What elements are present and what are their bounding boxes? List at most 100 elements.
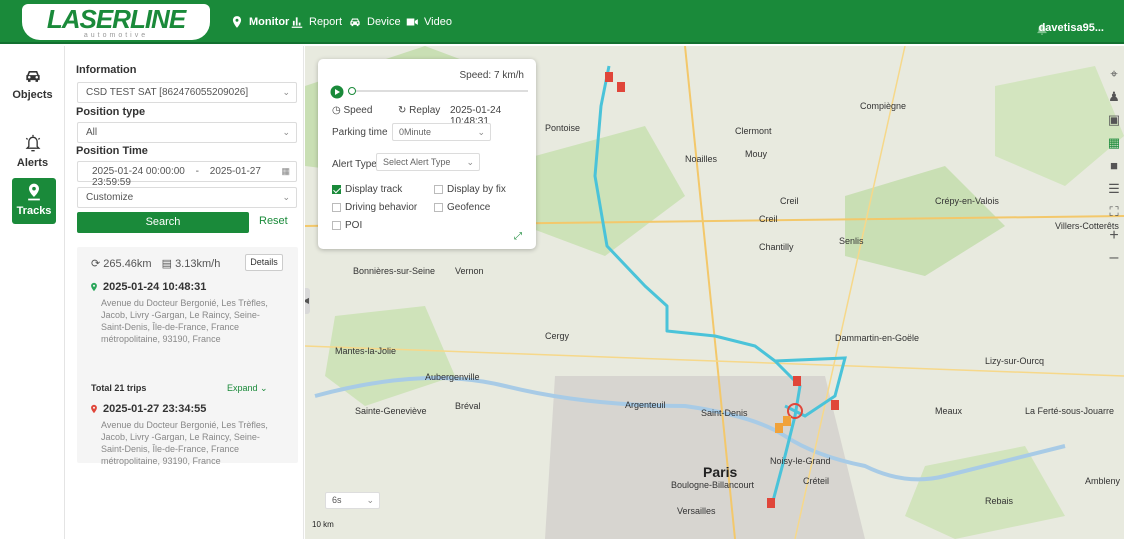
map-place-label: Bonnières-sur-Seine (353, 266, 436, 276)
stop-marker[interactable] (783, 416, 791, 426)
sidebar-item-label: Alerts (16, 157, 49, 169)
map-place-label: Boulogne-Billancourt (671, 480, 755, 490)
poi-checkbox[interactable] (332, 221, 341, 230)
display-by-fix-label: Display by fix (447, 184, 506, 195)
replay-label: Replay (409, 105, 441, 116)
map-place-label: Compiègne (860, 101, 907, 111)
speed-control-label: Speed (343, 105, 373, 116)
trip-summary-card: ⟳ 265.46km ▤ 3.13km/h Details 2025-01-24… (77, 247, 298, 466)
map-place-label: Aubergenville (425, 372, 480, 382)
panel-collapse-handle[interactable]: ◀ (305, 288, 310, 314)
nav-device[interactable]: Device (348, 14, 401, 30)
search-button[interactable]: Search (77, 212, 249, 233)
expand-trips-toggle[interactable]: Expand ⌄ (227, 383, 268, 394)
playback-progress-track[interactable] (348, 87, 528, 95)
poi-label: POI (345, 220, 363, 231)
stop-marker[interactable] (793, 376, 801, 386)
details-button[interactable]: Details (245, 254, 283, 271)
ruler-icon[interactable]: ☰ (1104, 179, 1124, 199)
map-place-label: Noailles (685, 154, 718, 164)
shrink-panel-icon[interactable]: ⤢ (514, 231, 522, 242)
map-scale-bar: 10 km (312, 520, 334, 529)
map-place-label: Creil (780, 196, 799, 206)
speed-gauge-icon: ◷ (332, 105, 341, 116)
trip-end-time: 2025-01-27 23:34:55 (103, 403, 207, 415)
nav-report[interactable]: Report (290, 14, 342, 30)
stop-marker[interactable] (767, 498, 775, 508)
position-type-select[interactable]: All ⌄ (77, 122, 297, 143)
start-pin-icon (91, 282, 97, 292)
zoom-out-button[interactable]: – (1104, 248, 1124, 268)
stop-marker[interactable] (617, 82, 625, 92)
speed-icon: ▤ (161, 258, 172, 270)
map-place-label-paris: Paris (703, 464, 738, 480)
zoom-in-button[interactable]: + (1104, 226, 1124, 246)
speed-control[interactable]: ◷ Speed (332, 105, 372, 116)
range-preset-select[interactable]: Customize ⌄ (77, 187, 297, 208)
nav-video-label: Video (424, 16, 452, 28)
geofence-label: Geofence (447, 202, 491, 213)
nav-monitor[interactable]: Monitor (230, 14, 289, 30)
playback-speed-readout: Speed: 7 km/h (459, 70, 524, 81)
traffic-icon[interactable]: ■ (1104, 156, 1124, 176)
stop-marker[interactable] (605, 72, 613, 82)
position-type-value: All (86, 127, 98, 138)
sidebar-item-objects[interactable]: Objects (0, 66, 65, 101)
map-place-label: Cergy (545, 331, 570, 341)
distance-icon: ⟳ (91, 258, 101, 270)
person-icon[interactable]: ♟ (1104, 87, 1124, 107)
sidebar-item-alerts[interactable]: Alerts (0, 134, 65, 169)
layers-icon[interactable]: ▣ (1104, 110, 1124, 130)
map-place-label: Versailles (677, 506, 716, 516)
device-select[interactable]: CSD TEST SAT [862476055209026] ⌄ (77, 82, 297, 103)
chevron-down-icon: ⌄ (282, 127, 290, 137)
nav-monitor-label: Monitor (249, 16, 290, 28)
car-icon (25, 71, 40, 82)
alert-type-select[interactable]: Select Alert Type ⌄ (376, 153, 480, 171)
play-button-icon[interactable] (330, 85, 344, 99)
parking-time-value: 0Minute (399, 127, 432, 137)
fullscreen-icon[interactable]: ⛶ (1104, 202, 1124, 222)
playback-progress-knob[interactable] (348, 87, 356, 95)
stop-marker[interactable] (831, 400, 839, 410)
chevron-down-icon: ⌄ (282, 192, 290, 202)
geofence-checkbox[interactable] (434, 203, 443, 212)
alert-type-placeholder: Select Alert Type (383, 157, 451, 167)
sidebar-item-label: Objects (12, 89, 53, 101)
chevron-down-icon: ⌄ (260, 383, 268, 393)
map-place-label: Saint-Denis (701, 408, 748, 418)
trip-average-speed: 3.13km/h (175, 258, 221, 270)
brand-logo-mark: LASERLINE (46, 4, 186, 34)
map-place-label: Créteil (803, 476, 830, 486)
nav-device-label: Device (367, 16, 401, 28)
map-place-label: La Ferté-sous-Jouarre (1025, 406, 1115, 416)
reset-button[interactable]: Reset (259, 215, 288, 227)
map-place-label: Meaux (935, 406, 963, 416)
display-track-checkbox[interactable] (332, 185, 341, 194)
map-place-label: Sainte-Geneviève (355, 406, 427, 416)
driving-behavior-checkbox[interactable] (332, 203, 341, 212)
trip-end-address: Avenue du Docteur Bergonié, Les Trèfles,… (101, 420, 268, 466)
stop-marker[interactable] (775, 423, 783, 433)
map-place-label: Bréval (455, 401, 481, 411)
map-place-label: Rebais (985, 496, 1014, 506)
nav-video[interactable]: Video (405, 14, 452, 30)
interval-select[interactable]: 6s ⌄ (325, 492, 380, 509)
sidebar-item-tracks[interactable]: Tracks (12, 178, 56, 224)
map-place-label: Pontoise (545, 123, 581, 133)
display-by-fix-checkbox[interactable] (434, 185, 443, 194)
device-select-value: CSD TEST SAT [862476055209026] (86, 87, 249, 98)
brand-logo[interactable]: LASERLINE automotive (22, 4, 210, 40)
parking-time-select[interactable]: 0Minute ⌄ (392, 123, 491, 141)
track-playback-panel: Speed: 7 km/h ◷ Speed ↻ Replay 2025-01-2… (318, 59, 536, 249)
user-account-name[interactable]: davetisa95... (1039, 22, 1104, 34)
satellite-icon[interactable]: ▦ (1104, 133, 1124, 153)
locate-icon[interactable]: ⌖ (1104, 64, 1124, 84)
sidebar-item-label: Tracks (16, 205, 52, 217)
date-range-picker[interactable]: 2025-01-24 00:00:00 - 2025-01-27 23:59:5… (77, 161, 297, 188)
replay-control[interactable]: ↻ Replay (398, 105, 440, 116)
chevron-down-icon: ⌄ (282, 87, 290, 97)
trip-end: 2025-01-27 23:34:55 (89, 403, 206, 415)
parking-time-label: Parking time (332, 127, 388, 138)
map-place-label: Noisy-le-Grand (770, 456, 831, 466)
